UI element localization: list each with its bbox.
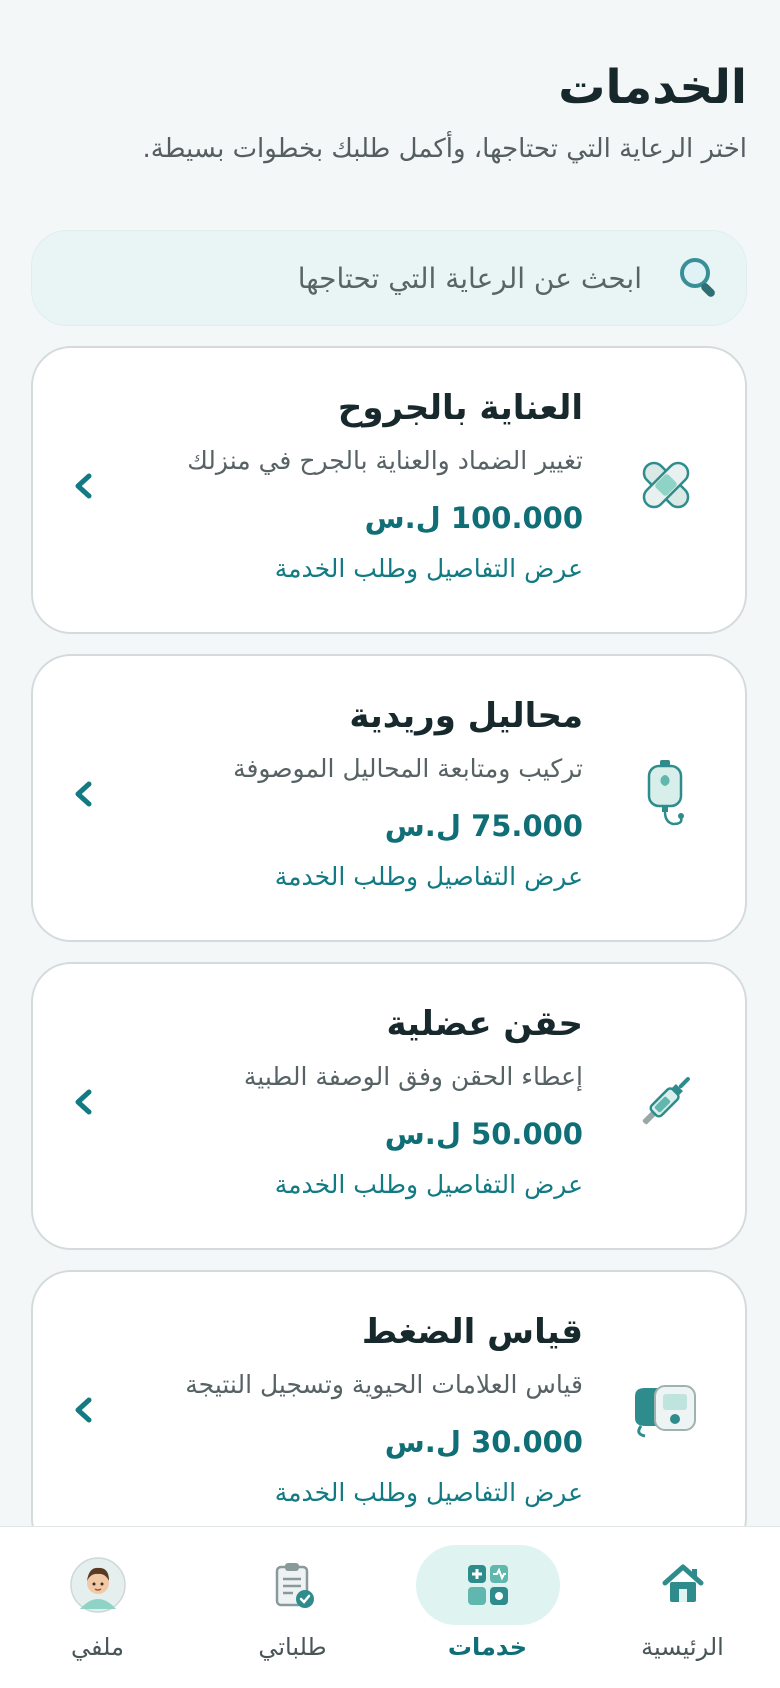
- nav-label: طلباتي: [258, 1633, 327, 1661]
- chevron-left-icon[interactable]: [63, 772, 103, 816]
- nav-item-profile[interactable]: ملفي: [0, 1527, 195, 1688]
- service-price: 30.000 ل.س: [384, 1425, 583, 1459]
- service-description: قياس العلامات الحيوية وتسجيل النتيجة: [185, 1370, 583, 1399]
- page-title: الخدمات: [558, 60, 747, 115]
- nav-label: خدمات: [447, 1633, 528, 1661]
- service-card-injections[interactable]: حقن عضلية إعطاء الحقن وفق الوصفة الطبية …: [31, 962, 747, 1250]
- page-subtitle: اختر الرعاية التي تحتاجها، وأكمل طلبك بخ…: [142, 134, 748, 164]
- chevron-left-icon[interactable]: [63, 464, 103, 508]
- search-input[interactable]: [62, 261, 642, 295]
- service-title: حقن عضلية: [386, 1004, 583, 1044]
- search-icon[interactable]: [672, 256, 717, 300]
- nav-item-home[interactable]: الرئيسية: [585, 1527, 780, 1688]
- avatar-icon: [69, 1557, 126, 1613]
- service-price: 50.000 ل.س: [384, 1117, 583, 1151]
- chevron-left-icon[interactable]: [63, 1388, 103, 1432]
- service-details-link[interactable]: عرض التفاصيل وطلب الخدمة: [153, 860, 583, 894]
- services-icon: [460, 1557, 516, 1613]
- service-details-link[interactable]: عرض التفاصيل وطلب الخدمة: [153, 552, 583, 586]
- search-bar[interactable]: [31, 230, 747, 326]
- services-list: العناية بالجروح تغيير الضماد والعناية با…: [31, 346, 747, 1578]
- service-title: محاليل وريدية: [349, 696, 583, 736]
- service-title: قياس الضغط: [361, 1312, 583, 1352]
- service-description: تغيير الضماد والعناية بالجرح في منزلك: [187, 446, 583, 475]
- chevron-left-icon[interactable]: [63, 1080, 103, 1124]
- service-price: 100.000 ل.س: [364, 501, 583, 535]
- service-card-iv-fluids[interactable]: محاليل وريدية تركيب ومتابعة المحاليل الم…: [31, 654, 747, 942]
- service-details-link[interactable]: عرض التفاصيل وطلب الخدمة: [153, 1476, 583, 1510]
- service-title: العناية بالجروح: [337, 388, 583, 428]
- blood-pressure-monitor-icon: [631, 1374, 701, 1444]
- service-price: 75.000 ل.س: [384, 809, 583, 843]
- service-card-blood-pressure[interactable]: قياس الضغط قياس العلامات الحيوية وتسجيل …: [31, 1270, 747, 1558]
- nav-item-services[interactable]: خدمات: [390, 1527, 585, 1688]
- service-description: إعطاء الحقن وفق الوصفة الطبية: [243, 1062, 583, 1091]
- header: الخدمات اختر الرعاية التي تحتاجها، وأكمل…: [33, 58, 748, 168]
- services-screen: الخدمات اختر الرعاية التي تحتاجها، وأكمل…: [0, 0, 780, 1688]
- service-details-link[interactable]: عرض التفاصيل وطلب الخدمة: [153, 1168, 583, 1202]
- nav-label: ملفي: [71, 1633, 124, 1661]
- iv-bag-icon: [631, 758, 701, 828]
- home-icon: [655, 1557, 711, 1613]
- bottom-navigation: الرئيسية خدمات طلباتي ملفي: [0, 1526, 780, 1688]
- clipboard-icon: [265, 1557, 321, 1613]
- bandage-icon: [631, 450, 701, 520]
- service-description: تركيب ومتابعة المحاليل الموصوفة: [233, 754, 583, 783]
- nav-item-my-requests[interactable]: طلباتي: [195, 1527, 390, 1688]
- nav-label: الرئيسية: [641, 1633, 724, 1661]
- syringe-icon: [631, 1066, 701, 1136]
- service-card-wound-care[interactable]: العناية بالجروح تغيير الضماد والعناية با…: [31, 346, 747, 634]
